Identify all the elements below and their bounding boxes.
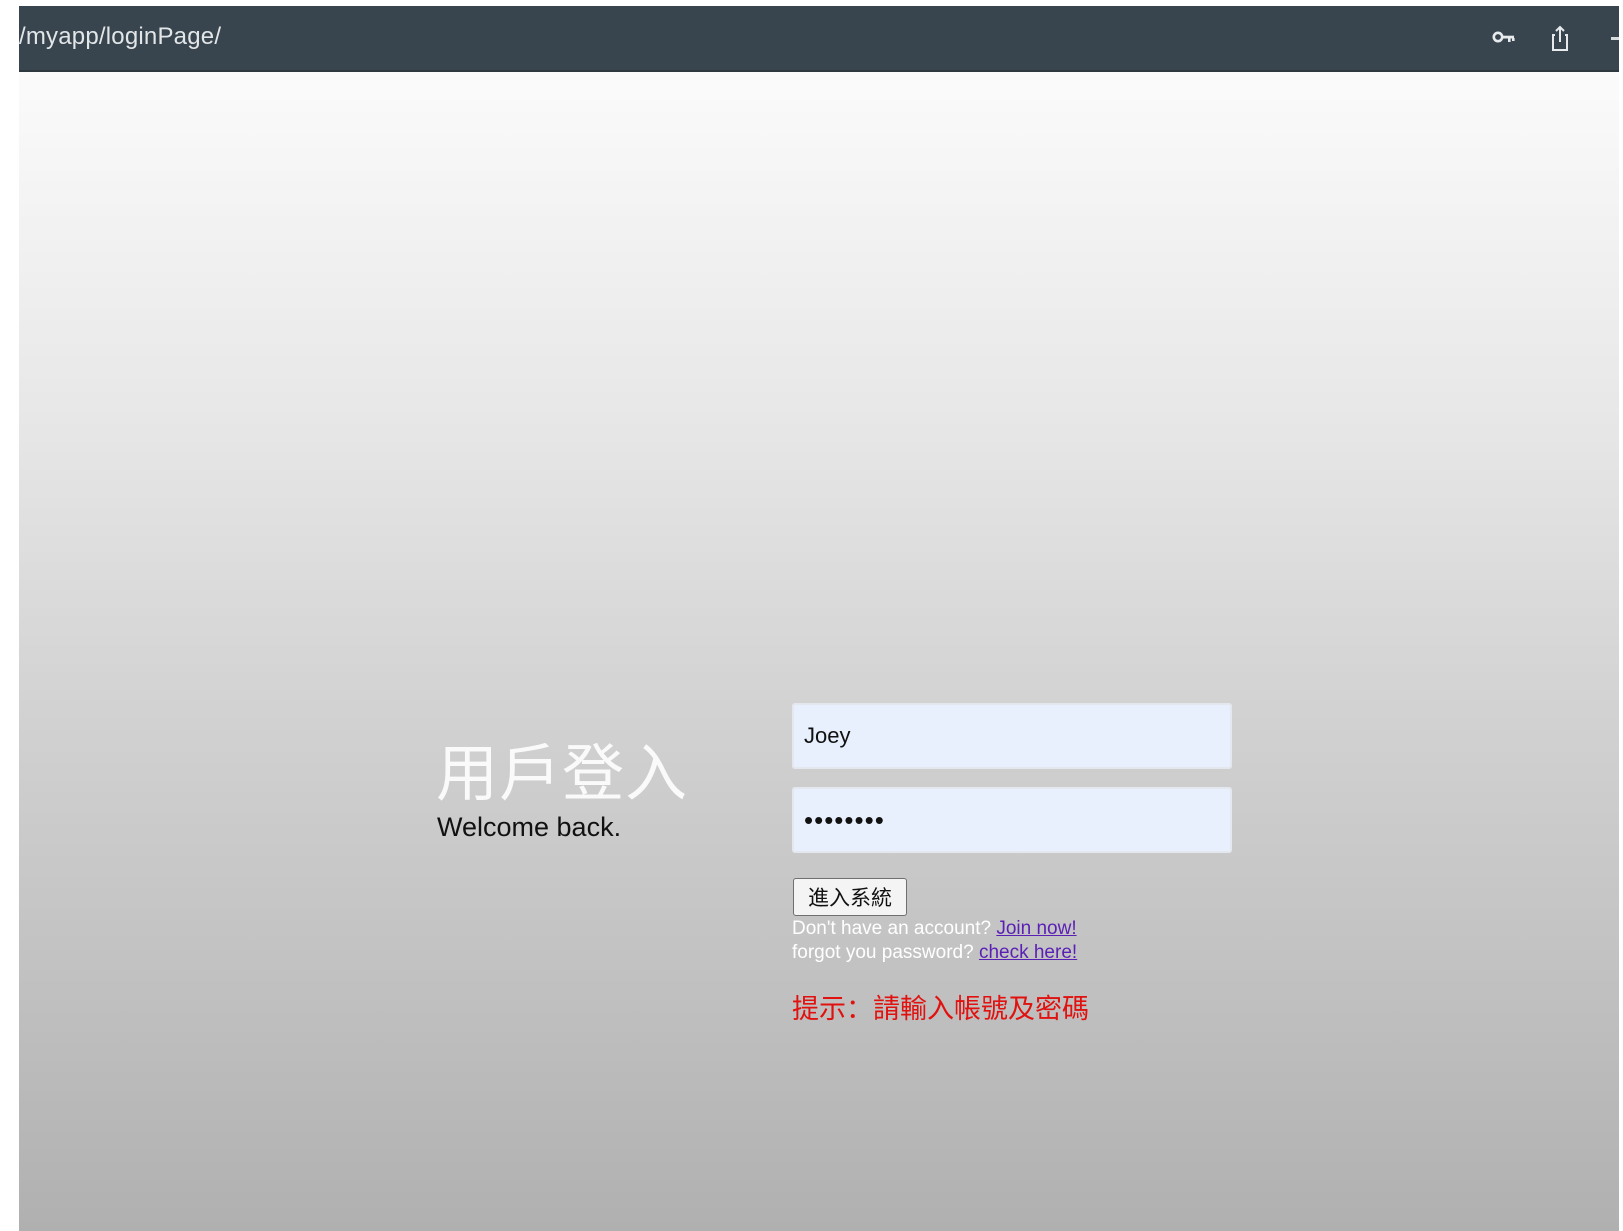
browser-window: /myapp/loginPage/ 用戶登入 Welcome back. 進入系…: [19, 6, 1619, 1231]
login-hint: 提示：請輸入帳號及密碼: [792, 994, 1089, 1024]
signup-line: Don't have an account? Join now!: [792, 918, 1077, 940]
join-now-link[interactable]: Join now!: [996, 918, 1076, 939]
login-submit-button[interactable]: 進入系統: [793, 878, 907, 916]
login-title: 用戶登入: [436, 740, 689, 809]
forgot-prompt: forgot you password?: [792, 942, 974, 963]
login-page: 用戶登入 Welcome back. 進入系統 Don't have an ac…: [19, 72, 1619, 1231]
forgot-password-line: forgot you password? check here!: [792, 942, 1077, 964]
check-here-link[interactable]: check here!: [979, 942, 1077, 963]
share-icon[interactable]: [1545, 24, 1575, 54]
key-icon[interactable]: [1489, 24, 1519, 54]
welcome-text: Welcome back.: [437, 812, 622, 842]
password-input[interactable]: [792, 787, 1232, 853]
username-input[interactable]: [792, 703, 1232, 769]
signup-prompt: Don't have an account?: [792, 918, 992, 939]
url-text[interactable]: /myapp/loginPage/: [19, 23, 221, 51]
address-bar[interactable]: /myapp/loginPage/: [19, 6, 1619, 72]
more-icon[interactable]: [1611, 37, 1619, 40]
